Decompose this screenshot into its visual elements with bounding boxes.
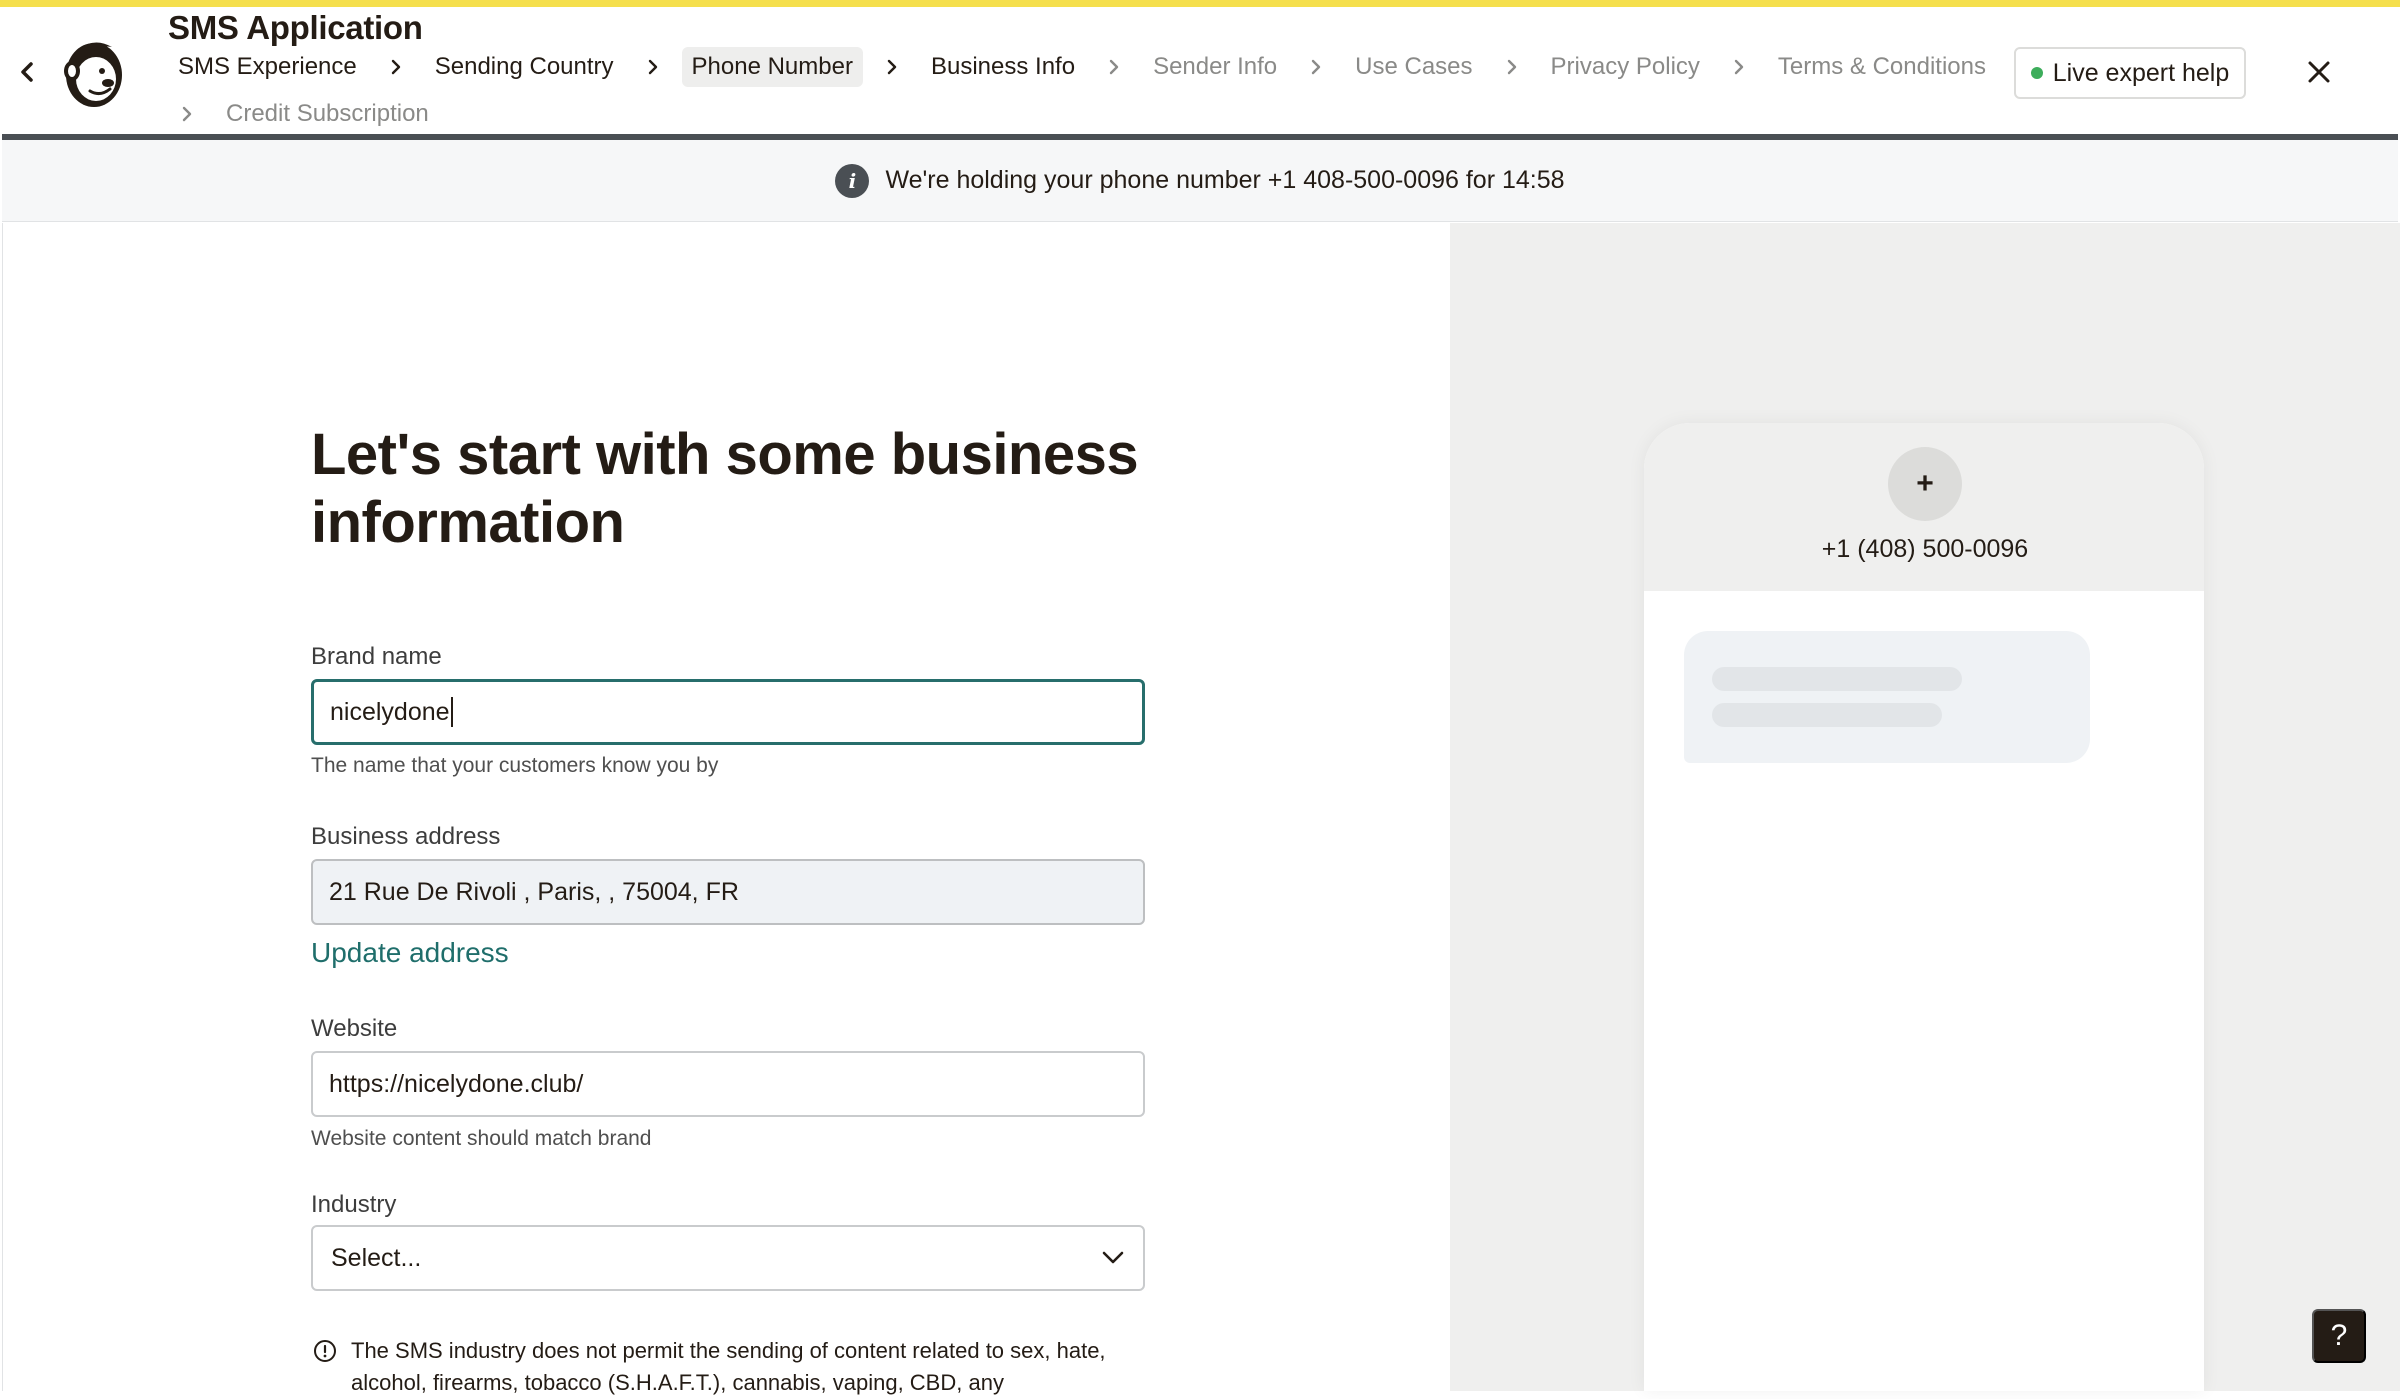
crumb-business-info[interactable]: Business Info [921,47,1085,87]
industry-selected-value: Select... [331,1243,422,1272]
crumb-terms-conditions[interactable]: Terms & Conditions [1768,47,1996,87]
app-header: SMS Application SMS Experience Sending C… [0,7,2400,137]
breadcrumb: SMS Experience Sending Country Phone Num… [168,43,1986,137]
phone-contact-header: + +1 (408) 500-0096 [1644,423,2204,591]
content-restriction-warning: The SMS industry does not permit the sen… [313,1335,1113,1399]
chevron-right-icon [168,105,216,123]
brand-name-label: Brand name [311,643,442,670]
contact-avatar-plus-icon: + [1888,447,1962,521]
info-icon: i [835,163,870,198]
content-restriction-text: The SMS industry does not permit the sen… [351,1338,1106,1395]
crumb-privacy-policy[interactable]: Privacy Policy [1541,47,1710,87]
chevron-right-icon [1710,58,1768,76]
chevron-down-icon [1102,1251,1124,1264]
chevron-right-icon [624,58,682,76]
brand-name-helper: The name that your customers know you by [311,754,719,777]
website-input[interactable]: https://nicelydone.club/ [311,1051,1145,1117]
brand-name-input[interactable]: nicelydone [311,679,1145,745]
live-expert-help-label: Live expert help [2052,58,2230,87]
phone-hold-notice: i We're holding your phone number +1 408… [2,140,2398,222]
website-value: https://nicelydone.club/ [329,1069,584,1098]
online-status-dot-icon [2030,67,2043,79]
chevron-left-icon[interactable] [16,61,38,83]
chevron-right-icon [1483,58,1541,76]
business-info-form-panel: Let's start with some business informati… [2,223,1450,1395]
text-caret [450,697,453,727]
website-label: Website [311,1015,398,1042]
skeleton-line [1712,703,1942,727]
update-address-link[interactable]: Update address [311,937,509,969]
chevron-right-icon [367,58,425,76]
chevron-right-icon [1287,58,1345,76]
chevron-right-icon [863,58,921,76]
breadcrumb-row-1: SMS Experience Sending Country Phone Num… [168,43,1986,91]
preview-phone-number: +1 (408) 500-0096 [1821,535,2029,563]
skeleton-line [1712,667,1962,691]
chevron-right-icon [1085,58,1143,76]
crumb-sender-info[interactable]: Sender Info [1143,47,1287,87]
crumb-use-cases[interactable]: Use Cases [1345,47,1482,87]
crumb-sms-experience[interactable]: SMS Experience [168,47,367,87]
app-title: SMS Application [168,9,423,46]
brand-top-strip [0,0,2400,7]
phone-preview: + +1 (408) 500-0096 [1644,423,2204,1391]
page-title: Let's start with some business informati… [311,422,1139,555]
industry-label: Industry [311,1191,397,1218]
live-expert-help-button[interactable]: Live expert help [2014,47,2246,99]
business-address-field: 21 Rue De Rivoli , Paris, , 75004, FR [311,859,1145,925]
brand-name-value: nicelydone [330,697,450,726]
website-helper: Website content should match brand [311,1127,652,1150]
help-button[interactable]: ? [2312,1309,2366,1363]
phone-hold-notice-text: We're holding your phone number +1 408-5… [885,166,1565,194]
mailchimp-freddie-logo[interactable] [58,35,130,111]
business-address-label: Business address [311,823,501,850]
industry-select[interactable]: Select... [311,1225,1145,1291]
crumb-sending-country[interactable]: Sending Country [425,47,624,87]
breadcrumb-row-2: Credit Subscription [168,91,1968,137]
business-address-value: 21 Rue De Rivoli , Paris, , 75004, FR [329,877,739,906]
close-icon[interactable] [2302,55,2336,89]
crumb-phone-number[interactable]: Phone Number [681,47,863,87]
message-bubble-placeholder [1684,631,2090,763]
crumb-credit-subscription[interactable]: Credit Subscription [216,94,439,134]
alert-circle-icon [314,1340,336,1362]
